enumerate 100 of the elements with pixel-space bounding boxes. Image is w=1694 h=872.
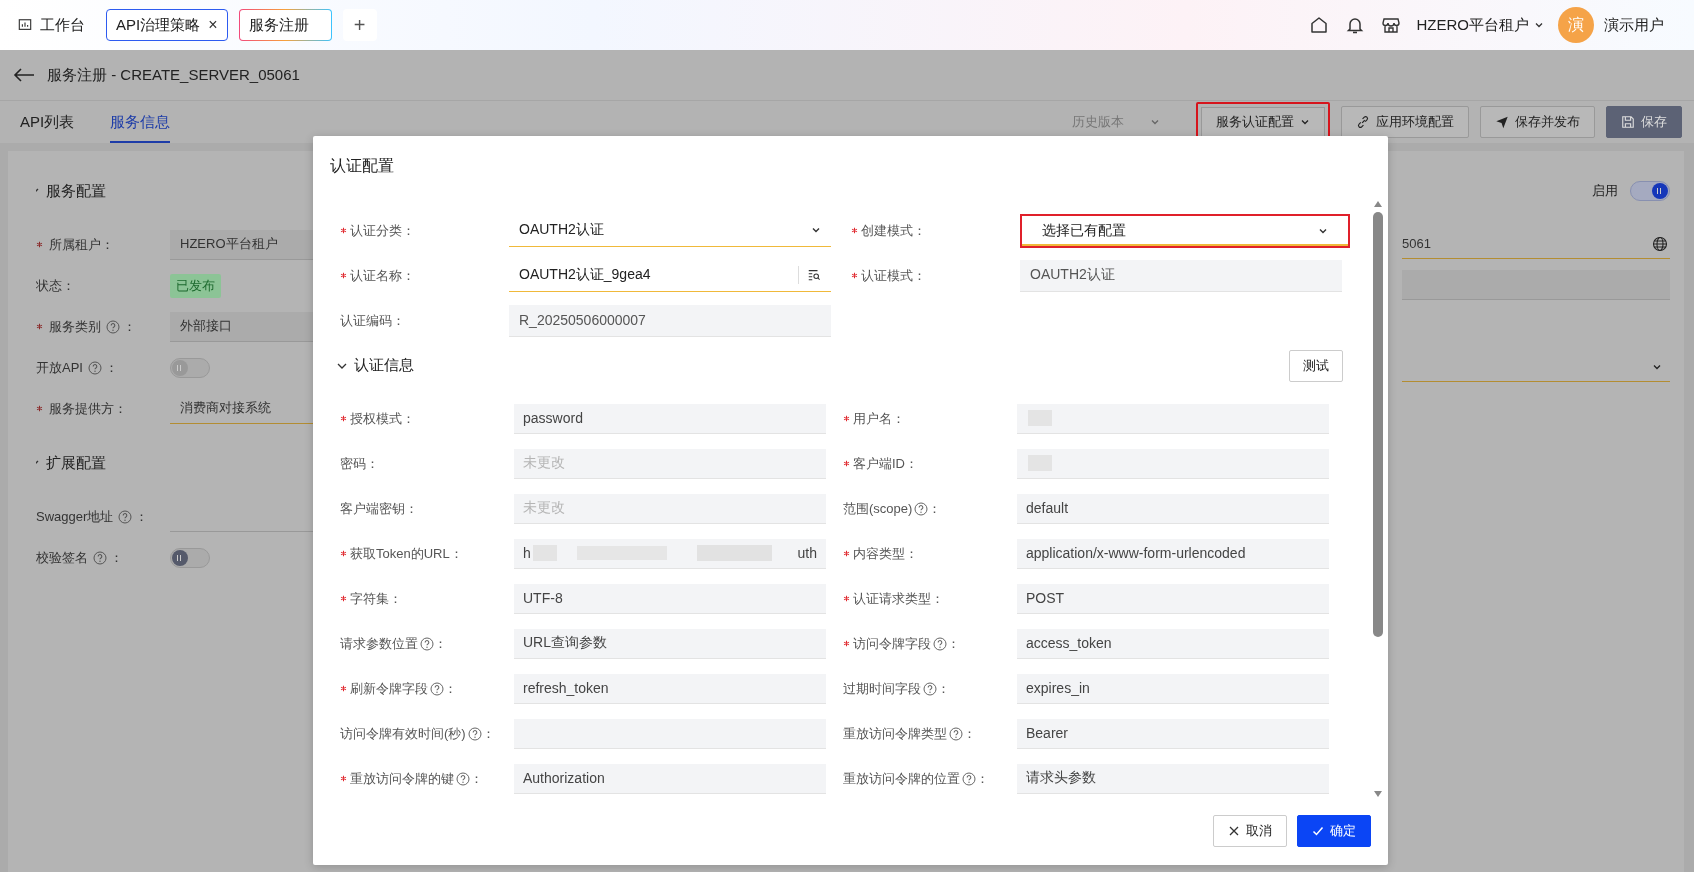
help-icon[interactable] <box>420 636 434 651</box>
user-name[interactable]: 演示用户 <box>1604 15 1664 35</box>
page-tab[interactable]: 服务信息 <box>110 101 171 143</box>
input-field[interactable]: h uth <box>514 538 826 569</box>
scroll-down-icon[interactable] <box>1373 790 1383 798</box>
input-field[interactable]: password <box>514 403 826 434</box>
status-tag: 已发布 <box>170 273 221 298</box>
toolbar-button[interactable]: 保存 <box>1606 106 1682 138</box>
required-icon <box>36 405 43 412</box>
toolbar-button[interactable]: 保存并发布 <box>1480 106 1595 138</box>
close-button[interactable]: × <box>208 16 218 34</box>
input-field[interactable]: 请求头参数 <box>1017 763 1329 794</box>
caret-icon <box>1300 117 1310 127</box>
required-icon <box>843 595 850 602</box>
help-icon[interactable] <box>949 726 963 741</box>
field-label: 字符集： <box>350 589 402 608</box>
field-label: 访问令牌有效时间(秒) <box>340 724 466 743</box>
tenant-switcher[interactable]: HZERO平台租户 <box>1416 15 1544 35</box>
required-icon <box>843 640 850 647</box>
field-label: 服务提供方： <box>49 399 127 418</box>
required-icon <box>36 241 43 248</box>
input-field[interactable]: Bearer <box>1017 718 1329 749</box>
input-field[interactable]: access_token <box>1017 628 1329 659</box>
required-icon <box>340 775 347 782</box>
window-tab[interactable]: 服务注册 <box>238 9 332 41</box>
help-icon[interactable] <box>93 550 107 565</box>
section-title: 扩展配置 <box>46 453 106 473</box>
required-icon <box>340 685 347 692</box>
link-icon <box>1356 115 1370 129</box>
home-icon[interactable] <box>1308 15 1329 35</box>
input-field[interactable]: 5061 <box>1402 229 1670 259</box>
label-colon: ： <box>470 769 483 788</box>
required-icon <box>843 460 850 467</box>
input-field[interactable]: URL查询参数 <box>514 628 826 659</box>
caret-icon <box>811 225 821 235</box>
caret-icon <box>1150 117 1160 127</box>
field-label: 过期时间字段 <box>843 679 921 698</box>
input-field[interactable]: application/x-www-form-urlencoded <box>1017 538 1329 569</box>
select-field[interactable]: OAUTH2认证 <box>509 214 831 247</box>
save-icon <box>1621 115 1635 129</box>
input-field[interactable]: default <box>1017 493 1329 524</box>
toggle-switch[interactable] <box>170 547 210 568</box>
input-field[interactable]: expires_in <box>1017 673 1329 704</box>
help-icon[interactable] <box>456 771 470 786</box>
test-button[interactable]: 测试 <box>1289 349 1343 382</box>
help-icon[interactable] <box>962 771 976 786</box>
required-icon <box>340 415 347 422</box>
help-icon[interactable] <box>923 681 937 696</box>
cancel-button[interactable]: 取消 <box>1213 815 1287 847</box>
help-icon[interactable] <box>467 726 482 741</box>
label-colon: ： <box>434 634 447 653</box>
field-label: 用户名： <box>853 409 905 428</box>
lookup-field[interactable]: OAUTH2认证_9gea4 <box>509 259 831 292</box>
help-icon[interactable] <box>430 681 444 696</box>
field-label: 客户端ID： <box>853 454 918 473</box>
help-icon[interactable] <box>118 509 133 524</box>
chart-icon <box>18 18 32 32</box>
help-icon[interactable] <box>933 636 947 651</box>
field-label: 所属租户： <box>49 235 114 254</box>
close-icon <box>1228 825 1240 837</box>
field-label: 刷新令牌字段 <box>350 679 428 698</box>
select-field[interactable]: 选择已有配置 <box>1020 213 1350 248</box>
globe-icon[interactable] <box>1652 235 1668 252</box>
field-label: 服务类别 <box>49 317 101 336</box>
toggle-label: 启用 <box>1592 182 1618 200</box>
window-tab[interactable]: API治理策略 × <box>106 9 228 41</box>
label-colon: ： <box>928 499 942 518</box>
toolbar-button[interactable]: 应用环境配置 <box>1341 106 1469 138</box>
bell-icon[interactable] <box>1344 15 1365 35</box>
store-icon[interactable] <box>1380 15 1401 35</box>
input-field[interactable]: Authorization <box>514 763 826 794</box>
required-icon <box>340 595 347 602</box>
input-field[interactable]: UTF-8 <box>514 583 826 614</box>
field-label: 范围(scope) <box>843 499 913 518</box>
send-icon <box>1495 115 1509 129</box>
scrollbar-thumb[interactable] <box>1373 212 1383 637</box>
field-label: 内容类型： <box>853 544 918 563</box>
scroll-up-icon[interactable] <box>1373 200 1383 208</box>
label-colon: ： <box>135 507 149 526</box>
page-tab[interactable]: API列表 <box>20 101 75 143</box>
window-tab[interactable]: 工作台 <box>8 9 95 41</box>
lookup-icon[interactable] <box>807 268 821 282</box>
label-colon: ： <box>937 679 950 698</box>
confirm-button[interactable]: 确定 <box>1297 815 1371 847</box>
required-icon <box>340 550 347 557</box>
input-field[interactable]: POST <box>1017 583 1329 614</box>
label-colon: ： <box>976 769 989 788</box>
caret-icon <box>1534 20 1544 30</box>
field-label: 认证名称： <box>350 266 415 285</box>
back-arrow-icon[interactable] <box>12 67 36 83</box>
field-label: 请求参数位置 <box>340 634 418 653</box>
label-colon: ： <box>123 317 136 336</box>
input-field[interactable]: refresh_token <box>514 673 826 704</box>
required-icon <box>843 550 850 557</box>
help-icon[interactable] <box>914 501 929 516</box>
toggle-switch[interactable] <box>1630 181 1670 201</box>
add-tab-button[interactable]: + <box>342 9 377 41</box>
field-label: 客户端密钥： <box>340 499 418 518</box>
page-title: 服务注册 - CREATE_SERVER_05061 <box>47 65 300 85</box>
label-colon: ： <box>947 634 960 653</box>
